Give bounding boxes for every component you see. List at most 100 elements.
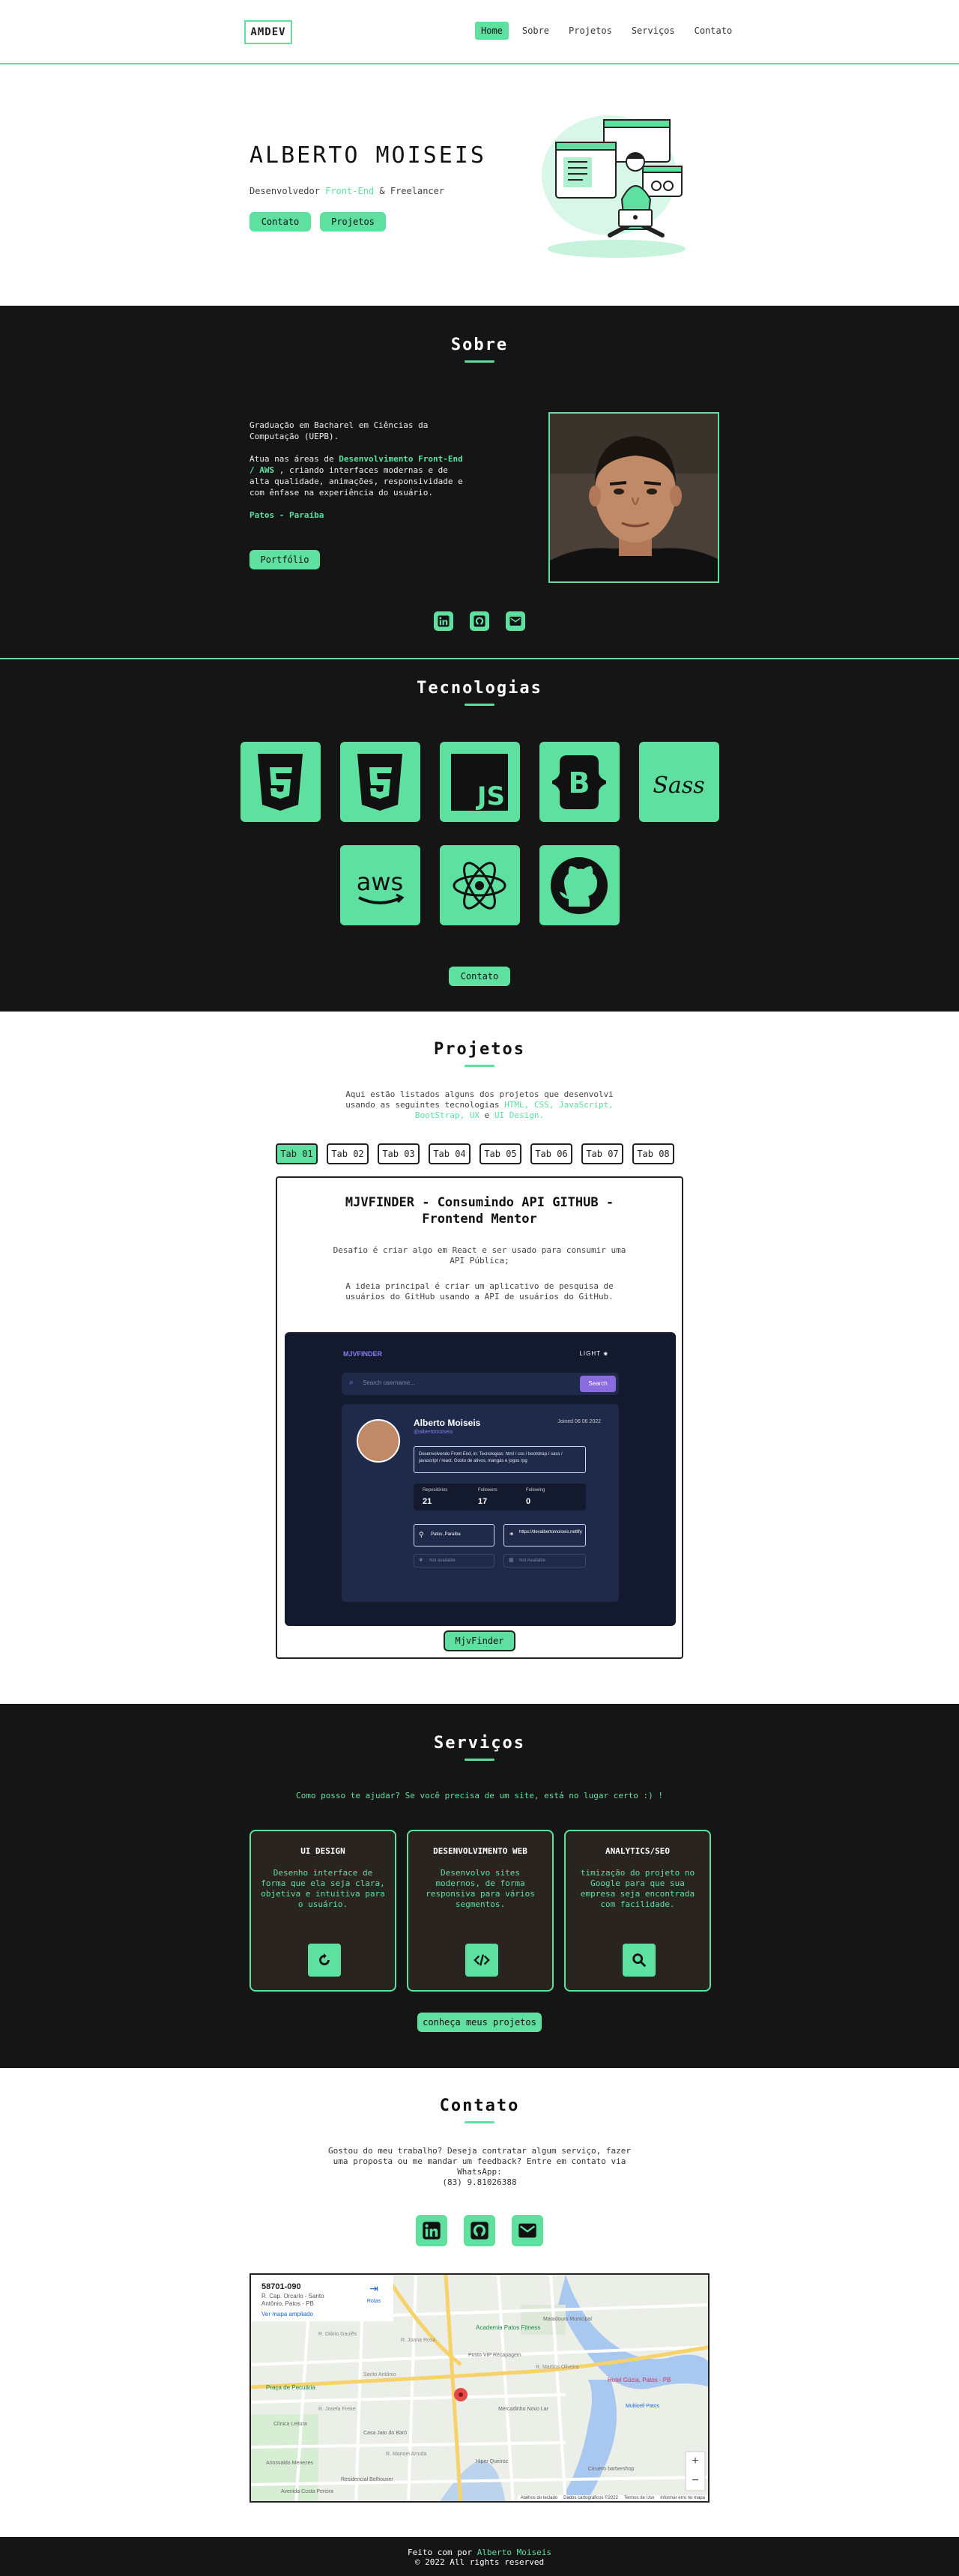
map-expand-link[interactable]: Ver mapa ampliado xyxy=(261,2311,313,2318)
hero-subtitle-post: & Freelancer xyxy=(374,186,445,196)
project-title: MJVFINDER - Consumindo API GITHUB - Fron… xyxy=(345,1195,614,1227)
hero-name: ALBERTO MOISEIS xyxy=(249,142,486,169)
top-navbar: AMDEV Home Sobre Projetos Serviços Conta… xyxy=(0,0,959,64)
nav-link-home[interactable]: Home xyxy=(475,22,509,40)
shot-user-handle: @albertomoiseis xyxy=(414,1430,453,1435)
title-underline xyxy=(465,2121,494,2123)
tab-06[interactable]: Tab 06 xyxy=(530,1143,572,1164)
service-card-desc: timização do projeto no Google para que … xyxy=(580,1868,695,1909)
nav-link-servicos[interactable]: Serviços xyxy=(626,22,681,40)
shot-location: ⚲ Patos, Paraíba xyxy=(414,1524,494,1546)
google-map-embed[interactable]: 58701-090 R. Cap. Orcarlo - Santo Antôni… xyxy=(249,2273,710,2503)
shot-search-placeholder: Search username... xyxy=(363,1379,415,1386)
map-place-label: Casa Jato do Baró xyxy=(363,2431,407,2436)
service-card-desc: Desenvolvo sites modernos, de forma resp… xyxy=(426,1868,535,1909)
servicos-title: Serviços xyxy=(434,1734,525,1753)
servicos-tagline: Como posso te ajudar? Se você precisa de… xyxy=(295,1791,664,1801)
map-street-label: R. Martins Oliveira xyxy=(536,2365,579,2370)
tab-08[interactable]: Tab 08 xyxy=(632,1143,674,1164)
projetos-section: Projetos Aqui estão listados alguns dos … xyxy=(0,1012,959,1704)
search-icon xyxy=(623,1944,656,1977)
map-place-label: Clínica Leitura xyxy=(273,2422,307,2427)
service-card-desc: Desenho interface de forma que ela seja … xyxy=(261,1868,385,1909)
shot-twitter-text: Not available xyxy=(429,1558,456,1563)
tab-01[interactable]: Tab 01 xyxy=(276,1143,318,1164)
footer-author-link[interactable]: Alberto Moiseis xyxy=(477,2548,551,2557)
tab-07[interactable]: Tab 07 xyxy=(581,1143,623,1164)
map-zoom-in-button[interactable]: + xyxy=(686,2452,705,2471)
hero-contato-button[interactable]: Contato xyxy=(249,212,311,232)
map-attribution: Atalhos do teclado Dados cartográficos ©… xyxy=(517,2495,708,2501)
footer-credit: Feito com por Alberto Moiseis xyxy=(0,2548,959,2557)
sobre-section: Sobre Graduação em Bacharel em Ciências … xyxy=(0,306,959,658)
twitter-icon: ❦ xyxy=(419,1558,423,1563)
react-icon xyxy=(439,845,520,925)
shot-stat-value: 17 xyxy=(478,1497,488,1506)
projetos-intro: Aqui estão listados alguns dos projetos … xyxy=(330,1089,629,1121)
linkedin-icon[interactable] xyxy=(416,2215,447,2246)
contato-phone: (83) 9.81026388 xyxy=(442,2177,517,2187)
portfolio-button[interactable]: Portfólio xyxy=(249,550,320,569)
title-underline xyxy=(465,1065,494,1067)
tech-row-2: aws xyxy=(0,845,959,925)
aws-icon-label: aws xyxy=(357,868,403,896)
location-pin-icon: ⚲ xyxy=(419,1531,424,1538)
linkedin-icon[interactable] xyxy=(434,611,453,631)
shot-stats: Repositórios 21 Followers 17 Following 0 xyxy=(414,1484,586,1511)
map-place-label: Matadouro Municipal xyxy=(543,2317,592,2322)
github-icon[interactable] xyxy=(464,2215,495,2246)
sun-icon: ✷ xyxy=(602,1350,608,1358)
tab-04[interactable]: Tab 04 xyxy=(429,1143,471,1164)
nav-link-projetos[interactable]: Projetos xyxy=(563,22,618,40)
contato-message: Gostou do meu trabalho? Deseja contratar… xyxy=(327,2146,632,2188)
bootstrap-icon-label: B xyxy=(569,767,590,799)
conheca-projetos-button[interactable]: conheça meus projetos xyxy=(417,2013,542,2032)
shot-stat-value: 0 xyxy=(526,1497,531,1506)
map-attribution-item[interactable]: Termos de Uso xyxy=(624,2496,654,2500)
shot-mode-toggle: LIGHT xyxy=(579,1350,601,1357)
sobre-paragraph-1: Graduação em Bacharel em Ciências da Com… xyxy=(249,420,429,441)
map-zoom-out-button[interactable]: − xyxy=(686,2471,705,2491)
contato-title-wrap: Contato xyxy=(0,2096,959,2123)
hero-projetos-button[interactable]: Projetos xyxy=(320,212,386,232)
hero-buttons: Contato Projetos xyxy=(249,212,386,232)
tecnologias-title: Tecnologias xyxy=(417,679,542,698)
map-street-label: R. Diário Gaulês xyxy=(318,2332,357,2337)
sobre-p2-post: , criando interfaces modernas e de alta … xyxy=(249,465,463,498)
service-cards: UI DESIGN Desenho interface de forma que… xyxy=(249,1830,711,1992)
email-icon[interactable] xyxy=(512,2215,543,2246)
projetos-title-wrap: Projetos xyxy=(0,1040,959,1067)
search-icon: ⌕ xyxy=(349,1379,354,1387)
shot-user-name: Alberto Moiseis xyxy=(414,1418,481,1428)
tab-03[interactable]: Tab 03 xyxy=(378,1143,420,1164)
servicos-section: Serviços Como posso te ajudar? Se você p… xyxy=(0,1704,959,2068)
map-attribution-item[interactable]: Informar erro no mapa xyxy=(660,2496,705,2500)
map-attribution-item[interactable]: Atalhos do teclado xyxy=(521,2496,557,2500)
nav-link-sobre[interactable]: Sobre xyxy=(516,22,555,40)
shot-joined: Joined 06 06 2022 xyxy=(557,1419,601,1424)
tecnologias-contato-button[interactable]: Contato xyxy=(449,967,510,986)
shot-search-button: Search xyxy=(580,1376,616,1392)
tab-02[interactable]: Tab 02 xyxy=(327,1143,369,1164)
profile-photo xyxy=(548,412,719,583)
shot-stat-label: Repositórios xyxy=(423,1488,448,1493)
javascript-icon-label: JS xyxy=(476,781,505,811)
map-canvas[interactable] xyxy=(251,2275,710,2503)
directions-icon[interactable]: ⇥ xyxy=(365,2282,383,2297)
css3-icon xyxy=(339,742,420,822)
nav-link-contato[interactable]: Contato xyxy=(689,22,739,40)
mjvfinder-button[interactable]: MjvFinder xyxy=(444,1630,515,1651)
map-route-label[interactable]: Rotas xyxy=(360,2299,387,2304)
hero-section: ALBERTO MOISEIS Desenvolvedor Front-End … xyxy=(0,64,959,306)
email-icon[interactable] xyxy=(506,611,525,631)
tab-05[interactable]: Tab 05 xyxy=(480,1143,521,1164)
hero-subtitle-pre: Desenvolvedor xyxy=(249,186,326,196)
shot-stat-value: 21 xyxy=(423,1497,432,1506)
site-logo[interactable]: AMDEV xyxy=(244,20,292,44)
github-icon[interactable] xyxy=(470,611,489,631)
shot-twitter: ❦ Not available xyxy=(414,1554,494,1567)
project-card: MJVFINDER - Consumindo API GITHUB - Fron… xyxy=(276,1176,683,1659)
map-place-label: Posto VIP Recapagem xyxy=(468,2353,521,2358)
github-logo-icon xyxy=(539,845,620,925)
map-place-label: Cicuero barbershop xyxy=(588,2467,635,2472)
